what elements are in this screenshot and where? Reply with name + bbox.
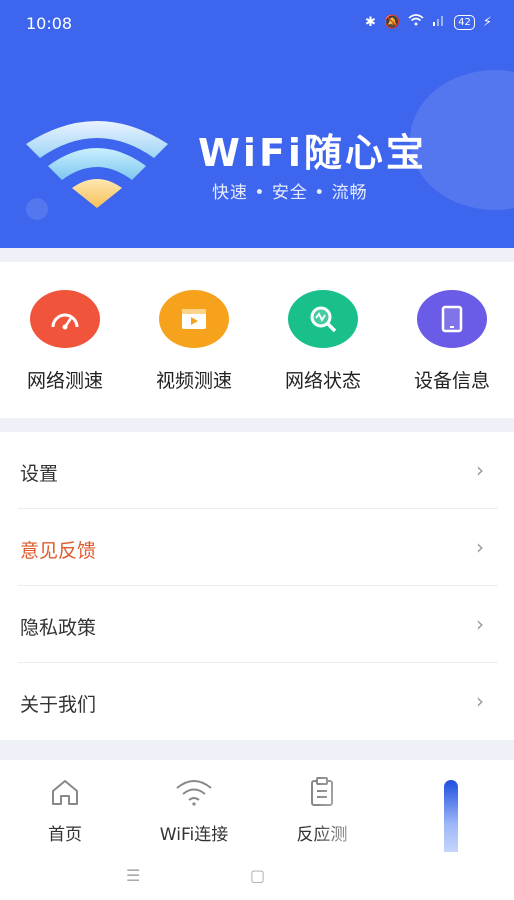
chevron-right-icon: › [476, 535, 484, 559]
tab-label: WiFi连接 [159, 825, 229, 845]
menu-item-label: 设置 [20, 463, 59, 485]
app-tagline: 快速 • 安全 • 流畅 [212, 183, 368, 203]
menu-item-label: 关于我们 [20, 694, 97, 716]
menu-item-label: 隐私政策 [20, 617, 97, 639]
video-icon [159, 290, 229, 348]
speedometer-icon [30, 290, 100, 348]
status-icons: ✱ 🔕 42 ⚡ [365, 14, 492, 30]
tab-label: 反应测 [296, 825, 348, 845]
tool-video-speed[interactable]: 视频测速 [134, 290, 254, 393]
tool-label: 设备信息 [413, 370, 490, 392]
wifi-icon [408, 14, 424, 30]
tools-card: 网络测速 视频测速 网络状态 设备信息 [0, 262, 514, 418]
system-navigation-bar: ☰ ▢ [0, 852, 514, 900]
menu-item-about[interactable]: 关于我们 › [18, 663, 498, 740]
chevron-right-icon: › [476, 612, 484, 636]
status-bar: 10:08 ✱ 🔕 42 ⚡ [0, 0, 514, 46]
tool-label: 视频测速 [155, 370, 232, 392]
bluetooth-icon: ✱ [365, 14, 376, 30]
home-square-icon[interactable]: ▢ [250, 866, 265, 885]
mute-icon: 🔕 [383, 14, 401, 30]
menu-item-privacy[interactable]: 隐私政策 › [18, 586, 498, 663]
menu-icon[interactable]: ☰ [126, 866, 140, 885]
tool-label: 网络测速 [26, 370, 103, 392]
bottom-tab-bar: 首页 WiFi连接 反应测 [0, 760, 514, 900]
status-time: 10:08 [26, 14, 73, 33]
network-search-icon [288, 290, 358, 348]
tab-reaction-test[interactable]: 反应测 [267, 776, 377, 845]
header-banner: 10:08 ✱ 🔕 42 ⚡ WiFi随心宝 快速 • 安全 • 流畅 [0, 0, 514, 248]
tool-network-speed[interactable]: 网络测速 [5, 290, 125, 393]
menu-item-feedback[interactable]: 意见反馈 › [18, 509, 498, 586]
tool-network-status[interactable]: 网络状态 [263, 290, 383, 393]
wifi-icon [139, 776, 249, 808]
tablet-icon [417, 290, 487, 348]
wifi-logo-icon [26, 121, 168, 208]
tool-label: 网络状态 [284, 370, 361, 392]
home-icon [10, 776, 120, 808]
tab-wifi-connect[interactable]: WiFi连接 [139, 776, 249, 845]
menu-item-label: 意见反馈 [20, 540, 97, 562]
charging-icon: ⚡ [482, 14, 492, 30]
chevron-right-icon: › [476, 458, 484, 482]
tab-label: 首页 [48, 825, 82, 845]
battery-indicator: 42 [454, 14, 475, 30]
menu-list: 设置 › 意见反馈 › 隐私政策 › 关于我们 › [0, 432, 514, 740]
chevron-right-icon: › [476, 689, 484, 713]
menu-item-settings[interactable]: 设置 › [18, 432, 498, 509]
tool-device-info[interactable]: 设备信息 [392, 290, 512, 393]
app-title: WiFi随心宝 [198, 131, 427, 175]
tab-home[interactable]: 首页 [10, 776, 120, 845]
signal-icon [432, 14, 446, 30]
clipboard-icon [267, 776, 377, 808]
